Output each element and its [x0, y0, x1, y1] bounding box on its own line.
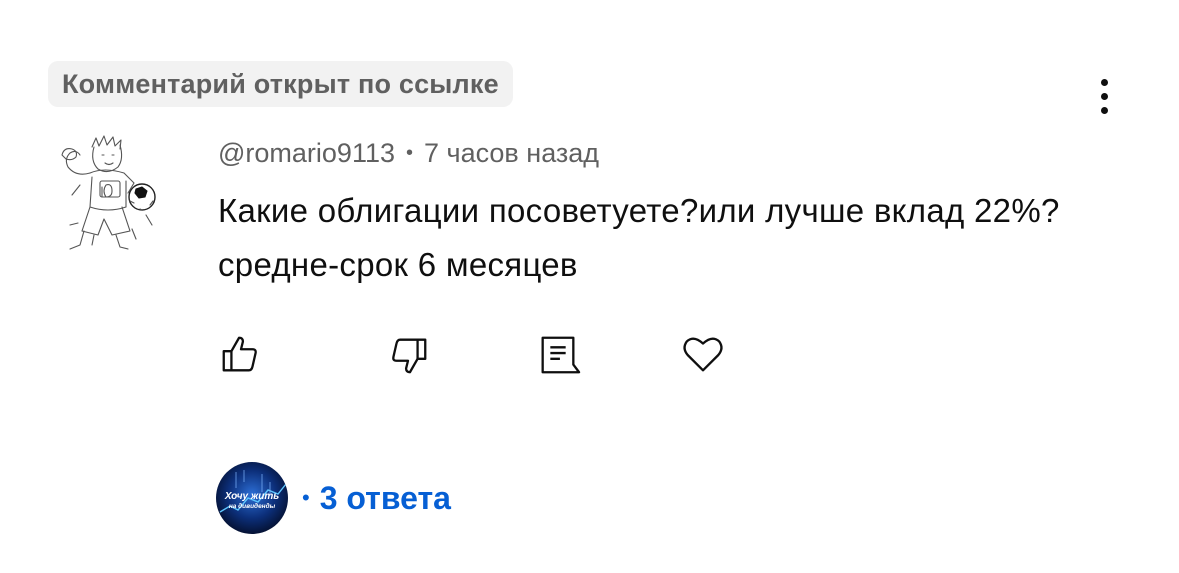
replies-link[interactable]: Хочу жить на дивиденды • 3 ответа [216, 462, 451, 534]
comment-text: Какие облигации посоветуете?или лучше вк… [218, 192, 1060, 283]
heart-icon [683, 337, 723, 372]
more-vertical-icon [1100, 78, 1108, 86]
replies-count-label[interactable]: 3 ответа [320, 480, 451, 517]
replier-avatar: Хочу жить на дивиденды [216, 462, 288, 534]
more-options-button[interactable] [1084, 74, 1124, 118]
pinned-comment-badge: Комментарий открыт по ссылке [48, 61, 513, 107]
author-avatar[interactable] [50, 125, 180, 255]
reply-button[interactable] [533, 330, 583, 380]
comment-icon [541, 336, 581, 374]
replier-avatar-text-1: Хочу жить [224, 491, 279, 502]
thumb-up-icon [222, 336, 257, 372]
replier-avatar-text-2: на дивиденды [229, 502, 276, 510]
meta-separator: • [406, 142, 414, 164]
pinned-comment-label: Комментарий открыт по ссылке [62, 68, 499, 99]
thumb-down-icon [392, 338, 427, 374]
replies-separator: • [302, 485, 310, 510]
comment-meta: @romario9113 • 7 часов назад [218, 138, 599, 169]
like-button[interactable] [216, 330, 266, 380]
comment-timestamp[interactable]: 7 часов назад [424, 138, 599, 169]
dislike-button[interactable] [383, 330, 433, 380]
heart-button[interactable] [678, 330, 728, 380]
author-handle[interactable]: @romario9113 [218, 138, 395, 169]
